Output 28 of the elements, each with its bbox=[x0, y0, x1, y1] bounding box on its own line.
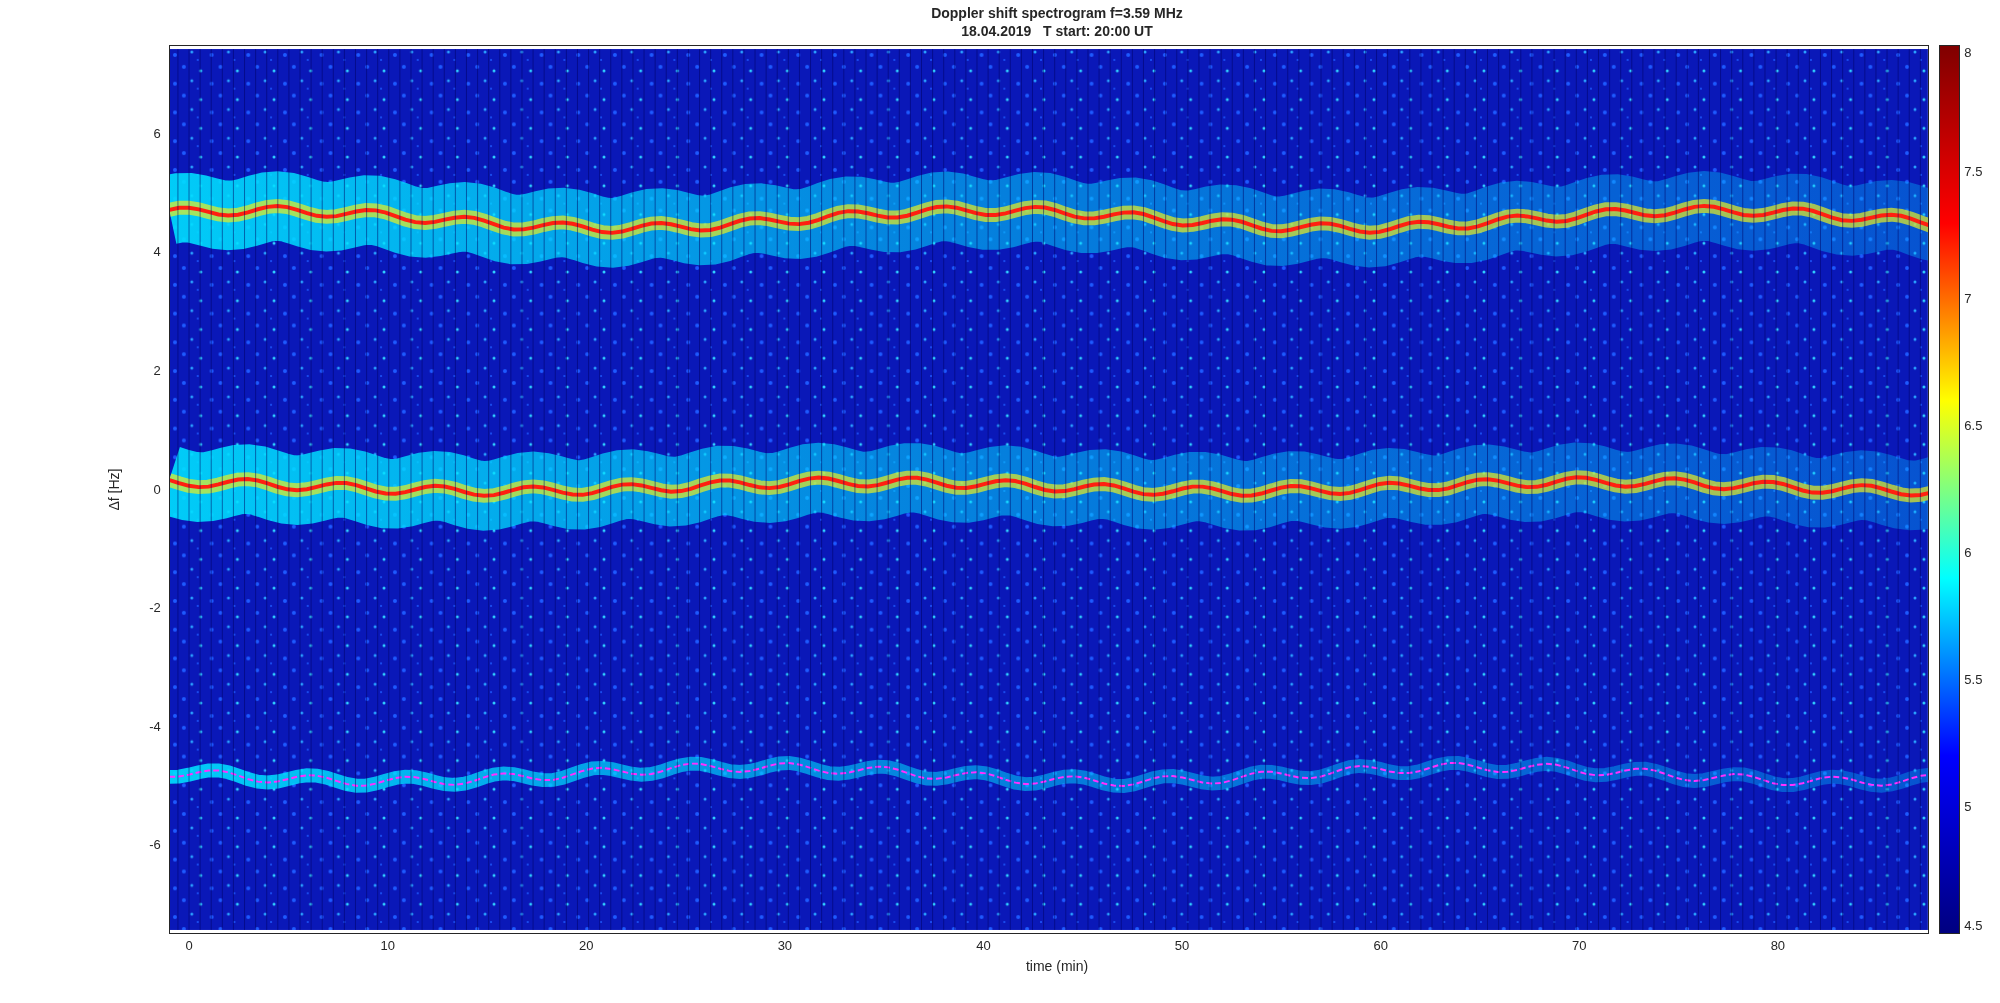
x-tick-label: 60 bbox=[1372, 938, 1389, 954]
colorbar-tick-label: 5.5 bbox=[1964, 672, 1983, 688]
x-tick-label: 30 bbox=[776, 938, 794, 954]
colorbar-tick-label: 7.5 bbox=[1964, 164, 1983, 180]
x-tick-label: 50 bbox=[1173, 938, 1191, 954]
chart-subtitle: 18.04.2019 T start: 20:00 UT bbox=[961, 22, 1153, 40]
colorbar-tick-label: 5 bbox=[1964, 799, 1972, 815]
colorbar-tick-label: 7 bbox=[1964, 291, 1972, 307]
x-axis-label: time (min) bbox=[1025, 957, 1089, 976]
y-tick-label: -4 bbox=[149, 718, 161, 735]
colorbar-tick-label: 4.5 bbox=[1964, 918, 1983, 934]
y-tick-label: 4 bbox=[153, 244, 161, 261]
x-tick-label: 80 bbox=[1769, 938, 1787, 954]
colorbar-tick-label: 8 bbox=[1964, 45, 1972, 61]
colorbar-tick-label: 6.5 bbox=[1964, 418, 1983, 434]
x-tick-label: 20 bbox=[578, 938, 595, 954]
x-tick-label: 70 bbox=[1571, 938, 1588, 954]
y-tick-label: 6 bbox=[153, 125, 161, 142]
y-tick-label: -2 bbox=[149, 600, 161, 617]
x-tick-label: 40 bbox=[975, 938, 992, 954]
colorbar-tick-label: 6 bbox=[1964, 545, 1972, 561]
y-tick-label: -6 bbox=[149, 837, 161, 854]
y-tick-label: 2 bbox=[153, 362, 161, 379]
y-tick-label: 0 bbox=[153, 481, 161, 498]
y-axis-label: Δf [Hz] bbox=[104, 468, 123, 511]
x-tick-label: 0 bbox=[184, 938, 194, 954]
chart-title: Doppler shift spectrogram f=3.59 MHz bbox=[931, 4, 1183, 22]
x-tick-label: 10 bbox=[379, 938, 396, 954]
